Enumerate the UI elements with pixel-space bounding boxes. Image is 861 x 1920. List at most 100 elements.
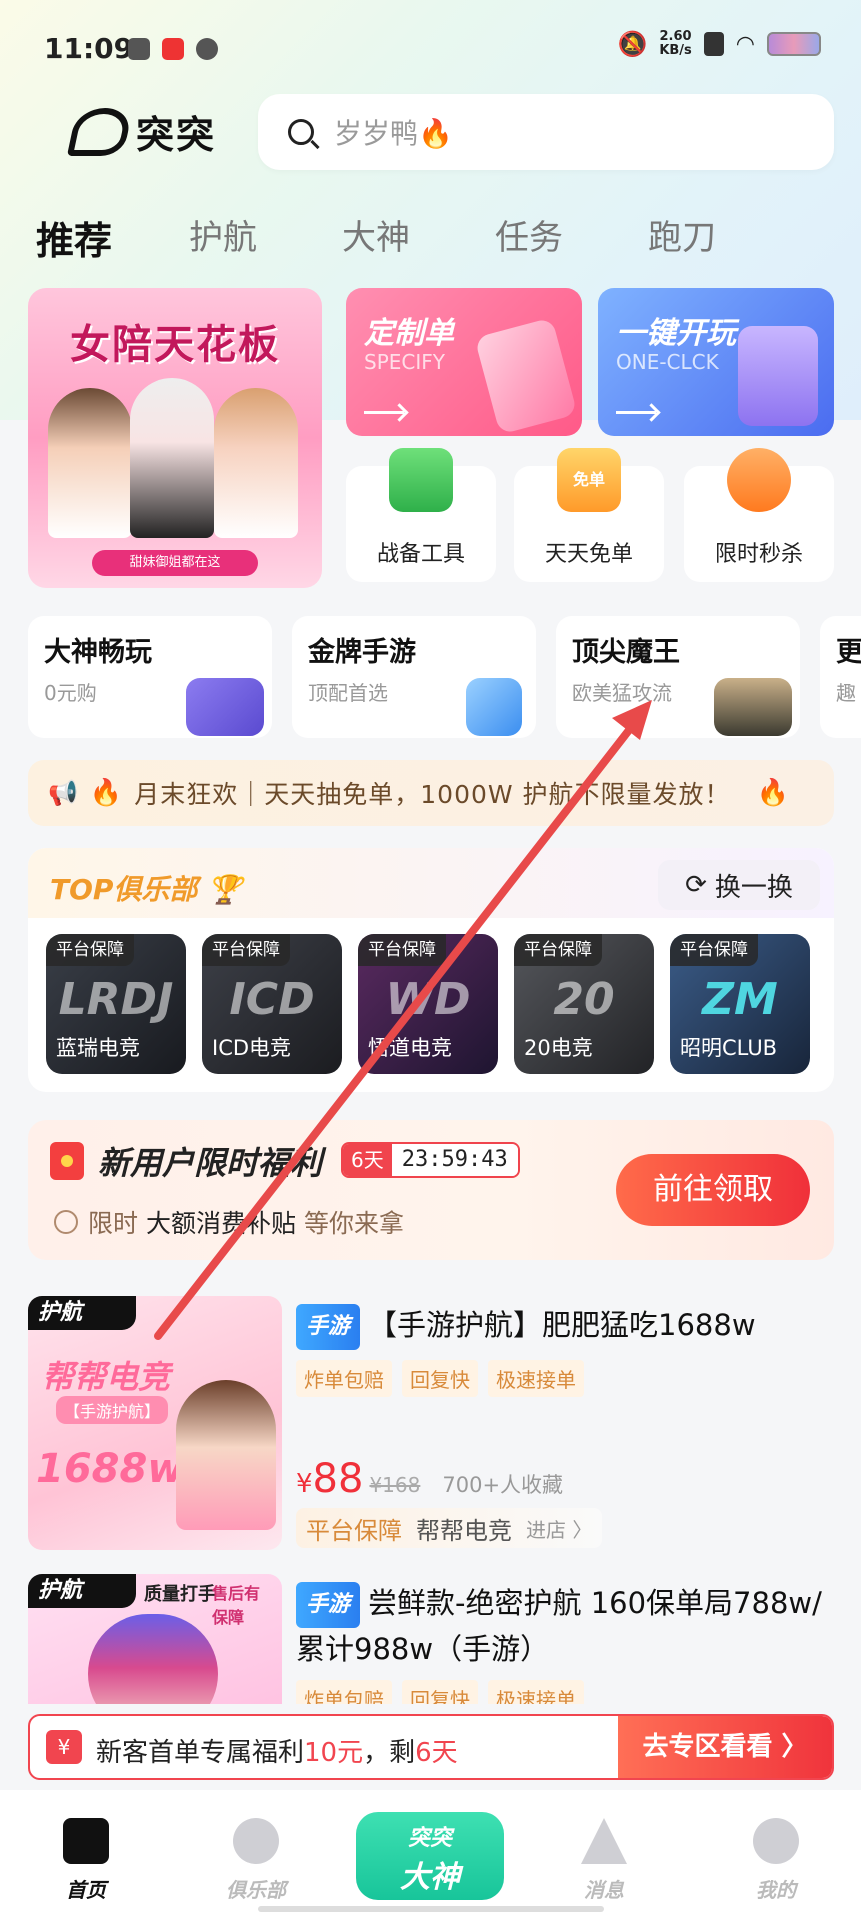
feature-tag: 回复快 bbox=[402, 1360, 478, 1397]
nav-profile[interactable]: 我的 bbox=[716, 1818, 836, 1903]
countdown-timer: 6天 23:59:43 bbox=[341, 1142, 520, 1178]
product-card[interactable]: 护航 帮帮电竞 【手游护航】 1688w 手游 【手游护航】肥肥猛吃1688w 炸… bbox=[28, 1296, 834, 1556]
flash-sale-card[interactable]: 限时秒杀 bbox=[684, 448, 834, 582]
favorites-count: 700+人收藏 bbox=[442, 1473, 564, 1497]
status-time: 11:09 bbox=[44, 32, 134, 65]
mute-icon: 🔕 bbox=[617, 30, 648, 58]
free-order-icon: 免单 bbox=[557, 448, 621, 512]
message-icon bbox=[581, 1818, 627, 1864]
club-tile-icd[interactable]: 平台保障 ICD ICD电竞 bbox=[202, 934, 342, 1074]
banner-subtitle: 甜妹御姐都在这 bbox=[92, 550, 258, 576]
top-clubs-panel: TOP俱乐部 🏆 ⟳ 换一换 平台保障 LRDJ 蓝瑞电竞 平台保障 ICD I… bbox=[28, 848, 834, 1092]
clock-icon bbox=[54, 1210, 78, 1234]
phone-lightning-icon bbox=[466, 678, 522, 736]
club-logo: LRDJ bbox=[58, 974, 174, 1025]
platform-guarantee-badge: 平台保障 bbox=[514, 934, 602, 966]
category-master-play[interactable]: 大神畅玩 0元购 bbox=[28, 616, 272, 738]
refresh-button[interactable]: ⟳ 换一换 bbox=[658, 860, 820, 910]
mini-label: 战备工具 bbox=[376, 542, 465, 567]
platform-guarantee-badge: 平台保障 bbox=[202, 934, 290, 966]
coupon-text: 新客首单专属福利10元，剩6天 bbox=[96, 1738, 458, 1768]
category-title: 大神畅玩 bbox=[44, 637, 152, 668]
new-customer-coupon-bar[interactable]: ¥ 新客首单专属福利10元，剩6天 去专区看看 〉 bbox=[28, 1714, 834, 1780]
battle-tools-card[interactable]: 战备工具 bbox=[346, 448, 496, 582]
soldier-icon bbox=[714, 678, 792, 736]
nav-label: 俱乐部 bbox=[226, 1878, 286, 1902]
club-name: 20电竞 bbox=[524, 1036, 593, 1060]
category-tabs: 推荐 护航 大神 任务 跑刀 bbox=[36, 210, 801, 265]
tab-runner[interactable]: 跑刀 bbox=[648, 210, 801, 265]
status-right: 🔕 2.60 KB/s ◠ bbox=[617, 30, 821, 58]
battery-icon bbox=[767, 32, 821, 56]
club-tile-20[interactable]: 平台保障 20 20电竞 bbox=[514, 934, 654, 1074]
go-to-zone-button[interactable]: 去专区看看 〉 bbox=[618, 1716, 832, 1778]
enter-shop-link[interactable]: 进店 〉 bbox=[526, 1514, 592, 1543]
tab-tasks[interactable]: 任务 bbox=[495, 210, 648, 265]
product-card[interactable]: 护航 质量打手 售后有保障 手游 尝鲜款-绝密护航 160保单局788w/累计98… bbox=[28, 1574, 834, 1704]
feature-tags: 炸单包赔 回复快 极速接单 bbox=[296, 1360, 836, 1397]
club-icon bbox=[233, 1818, 279, 1864]
tab-master[interactable]: 大神 bbox=[342, 210, 495, 265]
product-image: 护航 质量打手 售后有保障 bbox=[28, 1574, 282, 1704]
wifi-icon: ◠ bbox=[735, 31, 755, 57]
club-logo: ICD bbox=[229, 974, 315, 1025]
club-tile-wudao[interactable]: 平台保障 WD 悟道电竞 bbox=[358, 934, 498, 1074]
product-title: 手游 尝鲜款-绝密护航 160保单局788w/累计988w（手游） bbox=[296, 1582, 834, 1670]
mini-label: 限时秒杀 bbox=[714, 542, 803, 567]
nav-messages[interactable]: 消息 bbox=[544, 1818, 664, 1903]
nav-label: 消息 bbox=[584, 1878, 624, 1902]
promo-notice-bar[interactable]: 📢 🔥 月末狂欢｜天天抽免单，1000W 护航不限量发放！ 🔥 bbox=[28, 760, 834, 826]
category-title: 金牌手游 bbox=[308, 637, 416, 668]
wallet-icon bbox=[128, 38, 150, 60]
feature-tag: 极速接单 bbox=[488, 1360, 584, 1397]
app-notification-icon bbox=[162, 38, 184, 60]
search-input[interactable]: 岁岁鸭🔥 bbox=[258, 94, 834, 170]
character-illustration bbox=[88, 1614, 218, 1704]
arrow-right-icon bbox=[364, 411, 404, 414]
home-icon bbox=[63, 1818, 109, 1864]
category-more[interactable]: 更 趣 bbox=[820, 616, 861, 738]
bottom-navigation: 首页 俱乐部 突突 大神 消息 我的 bbox=[0, 1790, 861, 1920]
refresh-icon: ⟳ bbox=[685, 870, 707, 900]
club-tile-zhaoming[interactable]: 平台保障 ZM 昭明CLUB bbox=[670, 934, 810, 1074]
image-subtitle: 售后有保障 bbox=[212, 1584, 261, 1627]
feature-tag: 极速接单 bbox=[488, 1680, 584, 1704]
shop-row[interactable]: 平台保障 帮帮电竞 进店 〉 bbox=[296, 1508, 603, 1548]
product-info: 手游 【手游护航】肥肥猛吃1688w 炸单包赔 回复快 极速接单 bbox=[296, 1304, 836, 1397]
new-user-desc: 限时 大额消费补贴 等你来拿 bbox=[88, 1209, 404, 1238]
search-icon bbox=[288, 119, 314, 145]
oneclick-sub: ONE-CLCK bbox=[616, 350, 719, 374]
nav-home[interactable]: 首页 bbox=[26, 1818, 146, 1903]
club-logo: WD bbox=[385, 974, 471, 1025]
one-click-play-card[interactable]: 一键开玩 ONE-CLCK bbox=[598, 288, 834, 436]
specify-order-card[interactable]: 定制单 SPECIFY bbox=[346, 288, 582, 436]
logo-text: 突突 bbox=[136, 113, 217, 157]
record-icon bbox=[196, 38, 218, 60]
mini-label: 天天免单 bbox=[544, 542, 633, 567]
mobile-game-tag: 手游 bbox=[296, 1582, 361, 1628]
product-info: 手游 尝鲜款-绝密护航 160保单局788w/累计988w（手游） 炸单包赔 回复… bbox=[296, 1582, 834, 1704]
image-price: 1688w bbox=[36, 1446, 185, 1492]
tab-recommend[interactable]: 推荐 bbox=[36, 210, 189, 265]
daily-free-card[interactable]: 免单 天天免单 bbox=[514, 448, 664, 582]
nav-master-center-button[interactable]: 突突 大神 bbox=[356, 1812, 504, 1900]
nav-label: 首页 bbox=[66, 1878, 106, 1902]
price: ¥88 bbox=[296, 1456, 364, 1502]
club-tile-lrdj[interactable]: 平台保障 LRDJ 蓝瑞电竞 bbox=[46, 934, 186, 1074]
platform-guarantee-badge: 平台保障 bbox=[358, 934, 446, 966]
club-logo: ZM bbox=[702, 974, 778, 1025]
category-top-boss[interactable]: 顶尖魔王 欧美猛攻流 bbox=[556, 616, 800, 738]
gamepad-icon bbox=[186, 678, 264, 736]
tab-escort[interactable]: 护航 bbox=[189, 210, 342, 265]
notice-text: 月末狂欢｜天天抽免单，1000W 护航不限量发放！ bbox=[134, 780, 731, 809]
red-packet-icon bbox=[50, 1142, 84, 1180]
arrow-right-icon bbox=[616, 411, 656, 414]
category-title: 顶尖魔王 bbox=[572, 637, 680, 668]
banner-title: 女陪天花板 bbox=[70, 322, 280, 368]
female-companion-banner[interactable]: 女陪天花板 甜妹御姐都在这 bbox=[28, 288, 322, 588]
nav-club[interactable]: 俱乐部 bbox=[196, 1818, 316, 1903]
category-gold-mobile[interactable]: 金牌手游 顶配首选 bbox=[292, 616, 536, 738]
platform-guarantee-badge: 平台保障 bbox=[46, 934, 134, 966]
claim-button[interactable]: 前往领取 bbox=[616, 1154, 810, 1226]
specify-title: 定制单 bbox=[364, 316, 454, 351]
